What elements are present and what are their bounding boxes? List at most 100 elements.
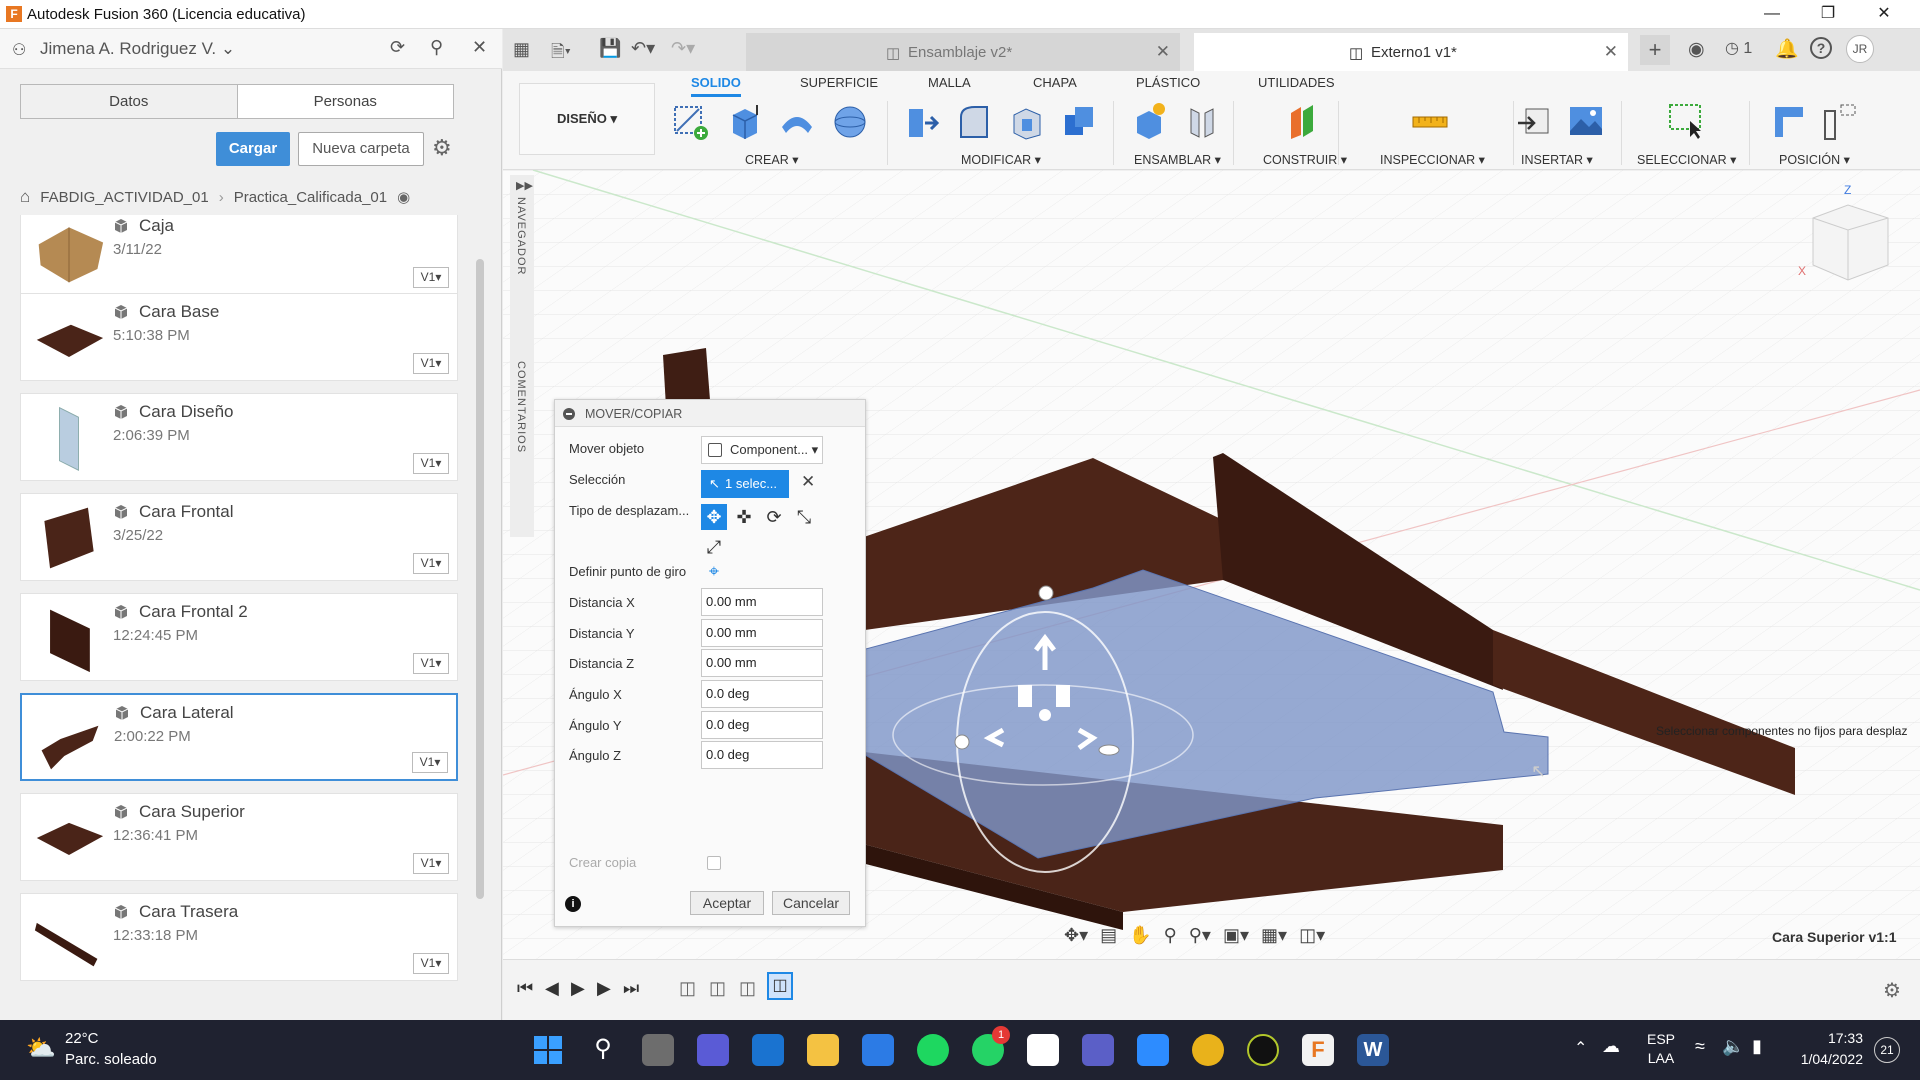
notification-center[interactable]: 21 — [1874, 1037, 1900, 1063]
version-select[interactable]: V1▾ — [413, 953, 449, 974]
start-icon[interactable] — [532, 1034, 564, 1066]
file-explorer-icon[interactable] — [807, 1034, 839, 1066]
center-handle[interactable] — [1039, 709, 1051, 721]
create-sketch-icon[interactable] — [671, 101, 709, 141]
revert-position-icon[interactable] — [1821, 101, 1859, 141]
play-icon[interactable]: ▶ — [571, 978, 585, 999]
capture-position-icon[interactable] — [1771, 101, 1809, 141]
battery-icon[interactable]: ▮ — [1752, 1036, 1762, 1057]
tab-superficie[interactable]: SUPERFICIE — [800, 75, 878, 90]
plane-handle[interactable] — [1018, 685, 1032, 707]
go-to-start-icon[interactable]: ⏮ — [517, 978, 533, 999]
group-crear[interactable]: CREAR ▾ — [745, 152, 799, 167]
version-select[interactable]: V1▾ — [413, 653, 449, 674]
clock-time[interactable]: 17:33 — [1795, 1030, 1863, 1046]
refresh-icon[interactable]: ⟳ — [390, 37, 405, 58]
look-at-icon[interactable]: ▤ — [1100, 925, 1117, 946]
viewports-icon[interactable]: ◫▾ — [1299, 925, 1325, 946]
step-back-icon[interactable]: ◀ — [545, 978, 559, 999]
joint-icon[interactable] — [1183, 101, 1221, 141]
group-posicion[interactable]: POSICIÓN ▾ — [1779, 152, 1850, 167]
weather-icon[interactable]: ⛅ — [26, 1034, 56, 1063]
translate-icon[interactable]: ✜ — [731, 504, 757, 530]
tab-externo[interactable]: ◫ Externo1 v1* ✕ — [1194, 33, 1628, 71]
measure-icon[interactable] — [1411, 101, 1449, 141]
offset-plane-icon[interactable] — [1285, 101, 1323, 141]
app-icon[interactable] — [1247, 1034, 1279, 1066]
file-card[interactable]: Cara Base 5:10:38 PM V1▾ — [20, 293, 458, 381]
avatar[interactable]: JR — [1846, 35, 1874, 63]
orbit-icon[interactable]: ✥▾ — [1064, 925, 1088, 946]
home-icon[interactable]: ⌂ — [20, 187, 30, 207]
chat-icon[interactable] — [697, 1034, 729, 1066]
workspace-selector[interactable]: DISEÑO ▾ — [519, 83, 655, 155]
close-button[interactable]: ✕ — [1856, 0, 1912, 29]
store-icon[interactable] — [862, 1034, 894, 1066]
file-card[interactable]: Cara Frontal 2 12:24:45 PM V1▾ — [20, 593, 458, 681]
word-icon[interactable]: W — [1357, 1034, 1389, 1066]
file-card[interactable]: Cara Trasera 12:33:18 PM V1▾ — [20, 893, 458, 981]
rotate-handle[interactable] — [1038, 585, 1054, 601]
version-select[interactable]: V1▾ — [413, 353, 449, 374]
fit-icon[interactable]: ⚲▾ — [1189, 925, 1211, 946]
grid-settings-icon[interactable]: ▦▾ — [1261, 925, 1287, 946]
weather-description[interactable]: Parc. soleado — [65, 1051, 157, 1068]
angulo-y-input[interactable]: 0.0 deg — [701, 711, 823, 739]
timeline-feature-icon[interactable]: ◫ — [739, 978, 756, 999]
timeline-feature-icon[interactable]: ◫ — [679, 978, 696, 999]
fillet-icon[interactable] — [955, 101, 993, 141]
angulo-x-input[interactable]: 0.0 deg — [701, 680, 823, 708]
user-name[interactable]: Jimena A. Rodriguez V. ⌄ — [40, 39, 235, 59]
display-settings-icon[interactable]: ▣▾ — [1223, 925, 1249, 946]
file-card[interactable]: Caja 3/11/22 V1▾ — [20, 215, 458, 295]
extensions-icon[interactable]: ◉ — [1688, 38, 1705, 61]
whatsapp-icon[interactable]: 1 — [972, 1026, 1010, 1066]
breadcrumb-project[interactable]: FABDIG_ACTIVIDAD_01 — [40, 189, 208, 206]
angulo-z-input[interactable]: 0.0 deg — [701, 741, 823, 769]
file-list-scrollbar[interactable] — [476, 259, 484, 899]
version-select[interactable]: V1▾ — [413, 453, 449, 474]
tab-plastico[interactable]: PLÁSTICO — [1136, 75, 1200, 90]
comentarios-tab[interactable]: COMENTARIOS — [515, 361, 527, 453]
search-icon[interactable]: ⚲ — [430, 37, 443, 58]
bell-icon[interactable]: 🔔 — [1775, 37, 1799, 61]
combine-icon[interactable] — [1061, 101, 1099, 141]
share-icon[interactable]: ◉ — [397, 188, 410, 206]
plane-handle[interactable] — [1056, 685, 1070, 707]
timeline-feature-icon[interactable]: ◫ — [709, 978, 726, 999]
insert-derive-icon[interactable] — [1516, 101, 1554, 141]
notion-icon[interactable] — [1027, 1034, 1059, 1066]
version-select[interactable]: V1▾ — [413, 853, 449, 874]
restore-button[interactable]: ❐ — [1800, 0, 1856, 29]
free-move-icon[interactable]: ✥ — [701, 504, 727, 530]
rotate-handle[interactable] — [1098, 744, 1120, 756]
info-icon[interactable]: i — [565, 896, 581, 912]
distancia-z-input[interactable]: 0.00 mm — [701, 649, 823, 677]
group-modificar[interactable]: MODIFICAR ▾ — [961, 152, 1041, 167]
gear-icon[interactable]: ⚙ — [432, 135, 452, 161]
navegador-tab[interactable]: NAVEGADOR — [515, 197, 527, 275]
version-select[interactable]: V1▾ — [413, 553, 449, 574]
shell-icon[interactable] — [1008, 101, 1046, 141]
job-status-icon[interactable]: ◷ 1 — [1725, 38, 1752, 58]
apps-grid-icon[interactable]: ▦ — [513, 39, 530, 60]
collapse-icon[interactable] — [563, 408, 575, 420]
chrome-icon[interactable] — [1192, 1034, 1224, 1066]
group-seleccionar[interactable]: SELECCIONAR ▾ — [1637, 152, 1736, 167]
file-card[interactable]: Cara Superior 12:36:41 PM V1▾ — [20, 793, 458, 881]
insert-canvas-icon[interactable] — [1567, 101, 1605, 141]
cancel-button[interactable]: Cancelar — [772, 891, 850, 915]
new-component-icon[interactable] — [1131, 101, 1169, 141]
help-icon[interactable]: ? — [1810, 37, 1832, 59]
group-ensamblar[interactable]: ENSAMBLAR ▾ — [1134, 152, 1221, 167]
new-tab-button[interactable]: + — [1640, 35, 1670, 65]
tab-ensamblaje[interactable]: ◫ Ensamblaje v2* ✕ — [746, 33, 1180, 71]
ok-button[interactable]: Aceptar — [690, 891, 764, 915]
group-construir[interactable]: CONSTRUIR ▾ — [1263, 152, 1347, 167]
tab-malla[interactable]: MALLA — [928, 75, 971, 90]
file-card[interactable]: Cara Diseño 2:06:39 PM V1▾ — [20, 393, 458, 481]
crear-copia-checkbox[interactable] — [707, 856, 721, 870]
file-card[interactable]: Cara Lateral 2:00:22 PM V1▾ — [20, 693, 458, 781]
search-icon[interactable]: ⚲ — [587, 1034, 619, 1066]
zoom-icon[interactable] — [1137, 1034, 1169, 1066]
